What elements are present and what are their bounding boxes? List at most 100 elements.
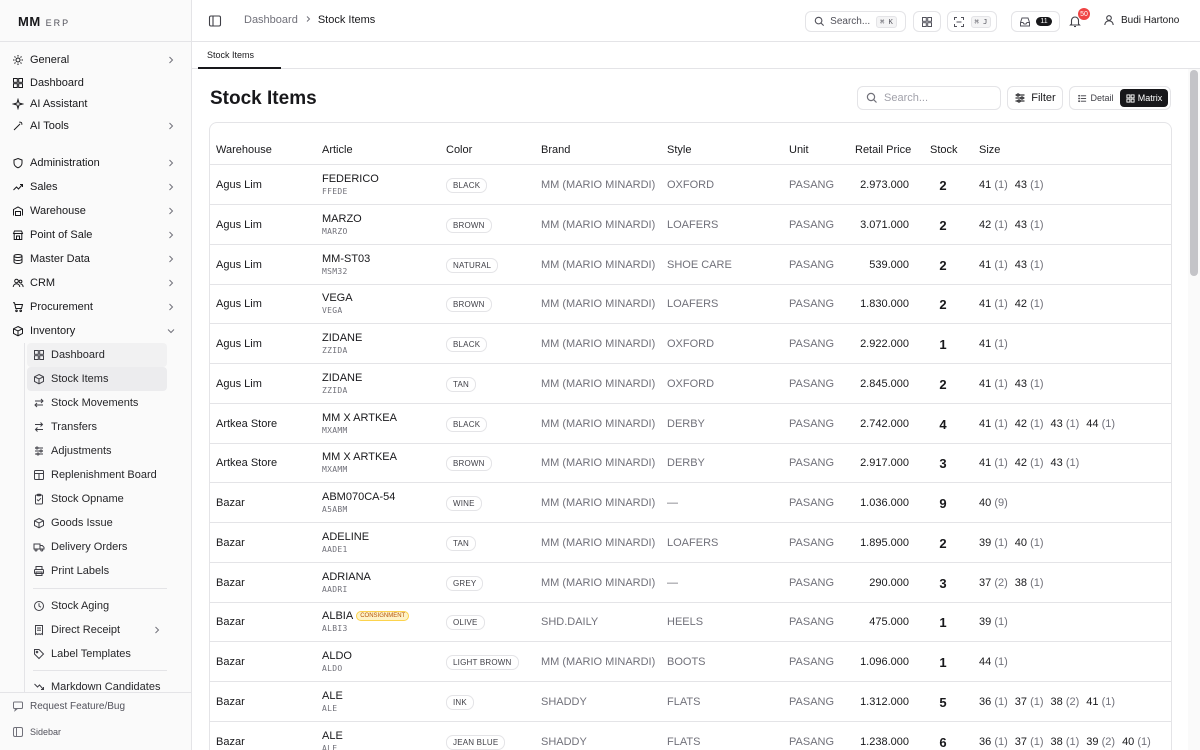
- table-row[interactable]: Bazar ADRIANA AADRI GREY MM (MARIO MINARDI) —…: [210, 563, 1171, 603]
- sidebar-subitem-adjustments[interactable]: Adjustments: [27, 439, 167, 463]
- sidebar-subitem-stock-movements[interactable]: Stock Movements: [27, 391, 167, 415]
- table-row[interactable]: Bazar ALE ALE INK SHADDY FLATS PASANG 1.312.000…: [210, 682, 1171, 722]
- sidebar-subitem-print-labels[interactable]: Print Labels: [27, 559, 167, 583]
- matrix-view-label: Matrix: [1137, 93, 1163, 103]
- sidebar-item-ai-assistant[interactable]: AI Assistant: [0, 93, 191, 114]
- sidebar-subitem-label-templates[interactable]: Label Templates: [27, 642, 167, 666]
- table-row[interactable]: Agus Lim ZIDANE ZZIDA BLACK MM (MARIO MINARD…: [210, 324, 1171, 364]
- sidebar-toggle-footer[interactable]: Sidebar: [0, 719, 191, 745]
- col-stock[interactable]: Stock: [930, 144, 958, 156]
- article-cell[interactable]: ALE ALE: [322, 730, 343, 750]
- sidebar-item-dashboard[interactable]: Dashboard: [0, 72, 191, 93]
- app-logo[interactable]: MM ERP: [18, 14, 70, 29]
- table-row[interactable]: Agus Lim FEDERICO FFEDE BLACK MM (MARIO MINA…: [210, 165, 1171, 205]
- sidebar-subitem-dashboard[interactable]: Dashboard: [27, 343, 167, 367]
- table-row[interactable]: Bazar ALDO ALDO LIGHT BROWN MM (MARIO MINARD…: [210, 642, 1171, 682]
- table-row[interactable]: Bazar ABM070CA-54 A5ABM WINE MM (MARIO MINAR…: [210, 483, 1171, 523]
- table-row[interactable]: Agus Lim MM-ST03 MSM32 NATURAL MM (MARIO MIN…: [210, 245, 1171, 285]
- color-badge: LIGHT BROWN: [446, 655, 519, 670]
- article-cell[interactable]: MM X ARTKEA MXAMM: [322, 412, 397, 437]
- size-entry: 41 (1): [979, 259, 1008, 271]
- article-cell[interactable]: ABM070CA-54 A5ABM: [322, 491, 395, 516]
- filter-button[interactable]: Filter: [1007, 86, 1063, 110]
- article-cell[interactable]: ADELINE AADE1: [322, 531, 369, 556]
- col-article[interactable]: Article: [322, 144, 353, 156]
- breadcrumb-parent[interactable]: Dashboard: [244, 14, 298, 26]
- matrix-view-button[interactable]: Matrix: [1120, 89, 1168, 107]
- sidebar-subitem-goods-issue[interactable]: Goods Issue: [27, 511, 167, 535]
- sidebar-subitem-transfers[interactable]: Transfers: [27, 415, 167, 439]
- sidebar-item-general[interactable]: General: [0, 48, 191, 72]
- article-cell[interactable]: ALE ALE: [322, 690, 343, 715]
- sidebar-item-administration[interactable]: Administration: [0, 151, 191, 175]
- price-cell: 2.973.000: [860, 179, 909, 191]
- table-row[interactable]: Bazar ALE ALE JEAN BLUE SHADDY FLATS PASANG 1.2…: [210, 722, 1171, 750]
- sidebar-subitem-delivery-orders[interactable]: Delivery Orders: [27, 535, 167, 559]
- sidebar-item-ai-tools[interactable]: AI Tools: [0, 114, 191, 138]
- scrollbar-thumb[interactable]: [1190, 70, 1198, 276]
- article-cell[interactable]: MM X ARTKEA MXAMM: [322, 451, 397, 476]
- article-cell[interactable]: ALDO ALDO: [322, 650, 352, 675]
- sidebar-item-master-data[interactable]: Master Data: [0, 247, 191, 271]
- sidebar-item-inventory[interactable]: Inventory: [0, 319, 191, 343]
- article-name: MM X ARTKEA: [322, 411, 397, 424]
- col-price[interactable]: Retail Price: [855, 144, 911, 156]
- brand-cell: MM (MARIO MINARDI): [541, 218, 656, 231]
- size-qty: (1): [994, 536, 1008, 549]
- sidebar-subitem-stock-opname[interactable]: Stock Opname: [27, 487, 167, 511]
- table-row[interactable]: Bazar ADELINE AADE1 TAN MM (MARIO MINARDI) LO…: [210, 523, 1171, 563]
- col-size[interactable]: Size: [979, 144, 1000, 156]
- col-style[interactable]: Style: [667, 144, 691, 156]
- sidebar-item-procurement[interactable]: Procurement: [0, 295, 191, 319]
- table-search[interactable]: [857, 86, 1001, 110]
- scan-button[interactable]: ⌘ J: [947, 11, 997, 32]
- article-cell[interactable]: FEDERICO FFEDE: [322, 173, 379, 198]
- sidebar-item-point-of-sale[interactable]: Point of Sale: [0, 223, 191, 247]
- grid-icon: [1126, 93, 1135, 103]
- sidebar-toggle-icon[interactable]: [208, 14, 222, 28]
- sidebar-item-crm[interactable]: CRM: [0, 271, 191, 295]
- global-search-button[interactable]: Search... ⌘ K: [805, 11, 906, 32]
- article-cell[interactable]: VEGA VEGA: [322, 292, 353, 317]
- table-row[interactable]: Bazar ALBIA CONSIGNMENT ALBI3 OLIVE SHD.DAILY…: [210, 602, 1171, 643]
- sidebar-item-warehouse[interactable]: Warehouse: [0, 199, 191, 223]
- sidebar-subitem-direct-receipt[interactable]: Direct Receipt: [27, 618, 167, 642]
- table-row[interactable]: Agus Lim ZIDANE ZZIDA TAN MM (MARIO MINARDI)…: [210, 364, 1171, 404]
- logo-main: MM: [18, 14, 41, 29]
- size-qty: (9): [994, 497, 1008, 509]
- col-color[interactable]: Color: [446, 144, 472, 156]
- size-entry: 38 (1): [1051, 736, 1080, 748]
- chevron-right-icon: [151, 624, 163, 636]
- article-cell[interactable]: ZIDANE ZZIDA: [322, 372, 362, 397]
- size-value: 37: [1014, 695, 1028, 708]
- chevron-right-icon: [165, 229, 177, 241]
- sidebar-subitem-stock-items[interactable]: Stock Items: [27, 367, 167, 391]
- sidebar-subitem-markdown-candidates[interactable]: Markdown Candidates: [27, 675, 167, 692]
- sidebar-subitem-replenishment-board[interactable]: Replenishment Board: [27, 463, 167, 487]
- apps-button[interactable]: [913, 11, 941, 32]
- request-feature-link[interactable]: Request Feature/Bug: [0, 693, 191, 719]
- article-cell[interactable]: ZIDANE ZZIDA: [322, 332, 362, 357]
- article-cell[interactable]: MM-ST03 MSM32: [322, 253, 370, 278]
- search-input[interactable]: [884, 92, 994, 104]
- table-row[interactable]: Agus Lim MARZO MARZO BROWN MM (MARIO MINARDI…: [210, 205, 1171, 245]
- user-menu[interactable]: Budi Hartono: [1103, 14, 1179, 26]
- article-cell[interactable]: MARZO MARZO: [322, 213, 362, 238]
- warehouse-cell: Agus Lim: [216, 218, 262, 231]
- table-row[interactable]: Agus Lim VEGA VEGA BROWN MM (MARIO MINARDI) L…: [210, 284, 1171, 325]
- sidebar-subitem-stock-aging[interactable]: Stock Aging: [27, 594, 167, 618]
- table-row[interactable]: Artkea Store MM X ARTKEA MXAMM BROWN MM (MAR…: [210, 443, 1171, 484]
- article-cell[interactable]: ALBIA CONSIGNMENT ALBI3: [322, 610, 410, 635]
- detail-view-button[interactable]: Detail: [1072, 89, 1120, 107]
- col-unit[interactable]: Unit: [789, 144, 809, 156]
- inbox-button[interactable]: 11: [1011, 11, 1060, 32]
- cart-icon: [12, 301, 24, 313]
- size-qty: (1): [1030, 536, 1044, 549]
- sidebar-item-sales[interactable]: Sales: [0, 175, 191, 199]
- col-warehouse[interactable]: Warehouse: [216, 144, 272, 156]
- article-cell[interactable]: ADRIANA AADRI: [322, 571, 371, 596]
- tab-stock-items[interactable]: Stock Items: [198, 42, 281, 69]
- col-brand[interactable]: Brand: [541, 144, 570, 156]
- table-row[interactable]: Artkea Store MM X ARTKEA MXAMM BLACK MM (MAR…: [210, 404, 1171, 444]
- size-entry: 43 (1): [1051, 457, 1080, 469]
